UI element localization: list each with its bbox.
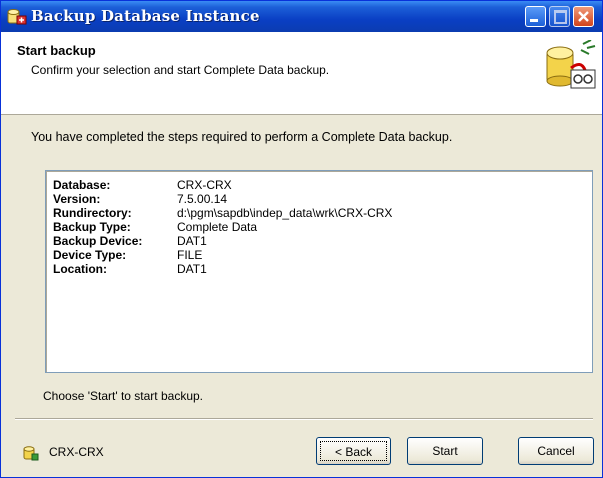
wizard-header: Start backup Confirm your selection and … — [1, 32, 602, 115]
summary-key: Backup Device: — [53, 234, 143, 248]
summary-value: FILE — [177, 248, 203, 262]
maximize-button[interactable] — [549, 6, 570, 27]
start-button[interactable]: Start — [407, 437, 483, 465]
database-tape-icon — [541, 39, 597, 94]
back-button[interactable]: < Back — [316, 437, 391, 465]
close-button[interactable] — [573, 6, 594, 27]
database-backup-icon — [7, 7, 27, 26]
backup-wizard-window: Backup Database Instance Start backup Co… — [0, 0, 603, 478]
footer-divider — [15, 418, 593, 420]
title-bar[interactable]: Backup Database Instance — [1, 1, 602, 32]
close-icon — [578, 11, 589, 22]
summary-key: Rundirectory: — [53, 206, 132, 220]
summary-key: Location: — [53, 262, 107, 276]
window-title: Backup Database Instance — [31, 7, 260, 25]
summary-value: 7.5.00.14 — [177, 192, 228, 206]
minimize-button[interactable] — [525, 6, 546, 27]
cancel-button[interactable]: Cancel — [518, 437, 594, 465]
summary-value: CRX-CRX — [177, 178, 232, 192]
summary-key: Device Type: — [53, 248, 127, 262]
instance-name: CRX-CRX — [49, 445, 104, 459]
summary-value: d:\pgm\sapdb\indep_data\wrk\CRX-CRX — [177, 206, 393, 220]
backup-summary-box: Database: CRX-CRX Version: 7.5.00.14 Run… — [45, 170, 593, 373]
summary-value: DAT1 — [177, 234, 207, 248]
summary-value: DAT1 — [177, 262, 207, 276]
summary-key: Backup Type: — [53, 220, 131, 234]
page-subtitle: Confirm your selection and start Complet… — [31, 63, 330, 77]
start-hint-text: Choose 'Start' to start backup. — [43, 389, 203, 403]
summary-value: Complete Data — [177, 220, 258, 234]
summary-key: Version: — [53, 192, 101, 206]
page-title: Start backup — [17, 43, 96, 58]
summary-key: Database: — [53, 178, 111, 192]
database-instance-icon — [23, 445, 39, 461]
intro-text: You have completed the steps required to… — [31, 130, 453, 144]
back-button-label: < Back — [320, 441, 387, 461]
